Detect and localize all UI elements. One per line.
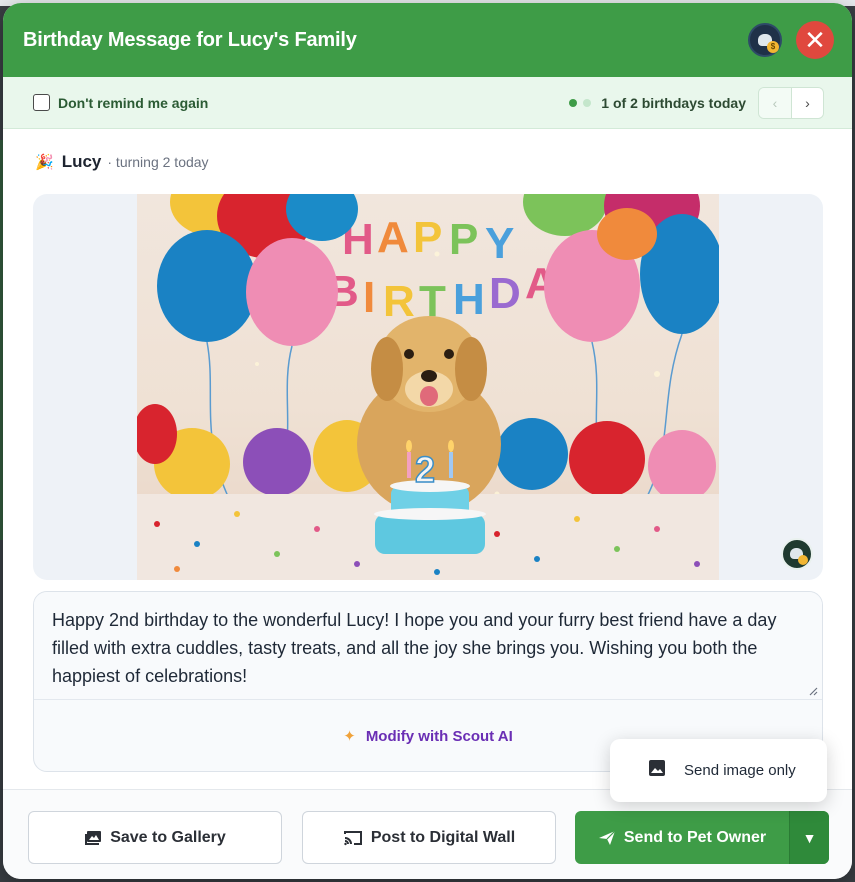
pagination-dot: [583, 98, 592, 107]
svg-text:A: A: [377, 213, 409, 262]
send-to-pet-owner-split-button: Send to Pet Owner ▼: [575, 811, 829, 864]
save-to-gallery-button[interactable]: Save to Gallery: [28, 811, 282, 864]
pagination-dot-active: [569, 98, 578, 107]
modal-header: Birthday Message for Lucy's Family $ ✕: [3, 3, 852, 77]
modal-footer: Save to Gallery Post to Digital Wall Sen…: [3, 789, 852, 879]
modal-title: Birthday Message for Lucy's Family: [23, 28, 357, 51]
gallery-icon: [84, 830, 102, 846]
send-options-menu: Send image only: [610, 739, 827, 802]
svg-text:Y: Y: [485, 219, 514, 268]
previous-button[interactable]: ‹: [759, 87, 791, 118]
send-to-pet-owner-label: Send to Pet Owner: [623, 828, 767, 846]
message-text: Happy 2nd birthday to the wonderful Lucy…: [52, 610, 777, 686]
svg-text:P: P: [413, 213, 442, 262]
reminder-bar: Don't remind me again 1 of 2 birthdays t…: [3, 77, 852, 129]
birthday-message-modal: Birthday Message for Lucy's Family $ ✕ D…: [3, 3, 852, 879]
pet-heading: 🎉 Lucy · turning 2 today: [3, 129, 852, 191]
send-icon: [598, 830, 616, 846]
remind-checkbox[interactable]: [33, 94, 50, 111]
send-options-dropdown-button[interactable]: ▼: [789, 811, 829, 864]
birthday-photo: H A P P Y B I R T H D A 2: [137, 194, 719, 580]
cast-icon: [343, 830, 363, 846]
remind-label: Don't remind me again: [58, 94, 209, 111]
svg-text:D: D: [489, 269, 521, 318]
post-to-digital-wall-label: Post to Digital Wall: [370, 828, 516, 846]
next-button[interactable]: ›: [791, 87, 823, 118]
pet-age: · turning 2 today: [107, 154, 209, 170]
app-logo-icon: $: [748, 23, 782, 57]
close-button[interactable]: ✕: [796, 21, 834, 59]
pet-name: Lucy: [61, 152, 102, 171]
svg-text:R: R: [383, 277, 415, 326]
svg-text:H: H: [453, 275, 485, 324]
svg-text:I: I: [363, 273, 375, 322]
sparkle-icon: ✦: [343, 728, 356, 745]
pagination-dots: [563, 98, 592, 107]
modify-label: Modify with Scout AI: [365, 727, 513, 745]
close-icon: ✕: [804, 25, 826, 55]
message-textarea[interactable]: Happy 2nd birthday to the wonderful Lucy…: [34, 592, 822, 700]
camera-badge-icon[interactable]: [781, 538, 813, 570]
svg-text:P: P: [449, 215, 478, 264]
cake-number: 2: [415, 449, 435, 490]
post-to-digital-wall-button[interactable]: Post to Digital Wall: [302, 811, 556, 864]
resize-handle-icon[interactable]: [808, 686, 818, 696]
pager: ‹ ›: [758, 86, 824, 119]
send-to-pet-owner-button[interactable]: Send to Pet Owner: [575, 811, 789, 864]
remind-toggle[interactable]: Don't remind me again: [33, 94, 563, 111]
party-popper-icon: 🎉: [35, 154, 54, 171]
birthday-counter: 1 of 2 birthdays today: [601, 94, 746, 111]
birthday-image-panel: H A P P Y B I R T H D A 2: [33, 194, 823, 580]
image-icon: [648, 759, 666, 782]
send-image-only-option[interactable]: Send image only: [684, 762, 796, 779]
save-to-gallery-label: Save to Gallery: [110, 828, 226, 846]
